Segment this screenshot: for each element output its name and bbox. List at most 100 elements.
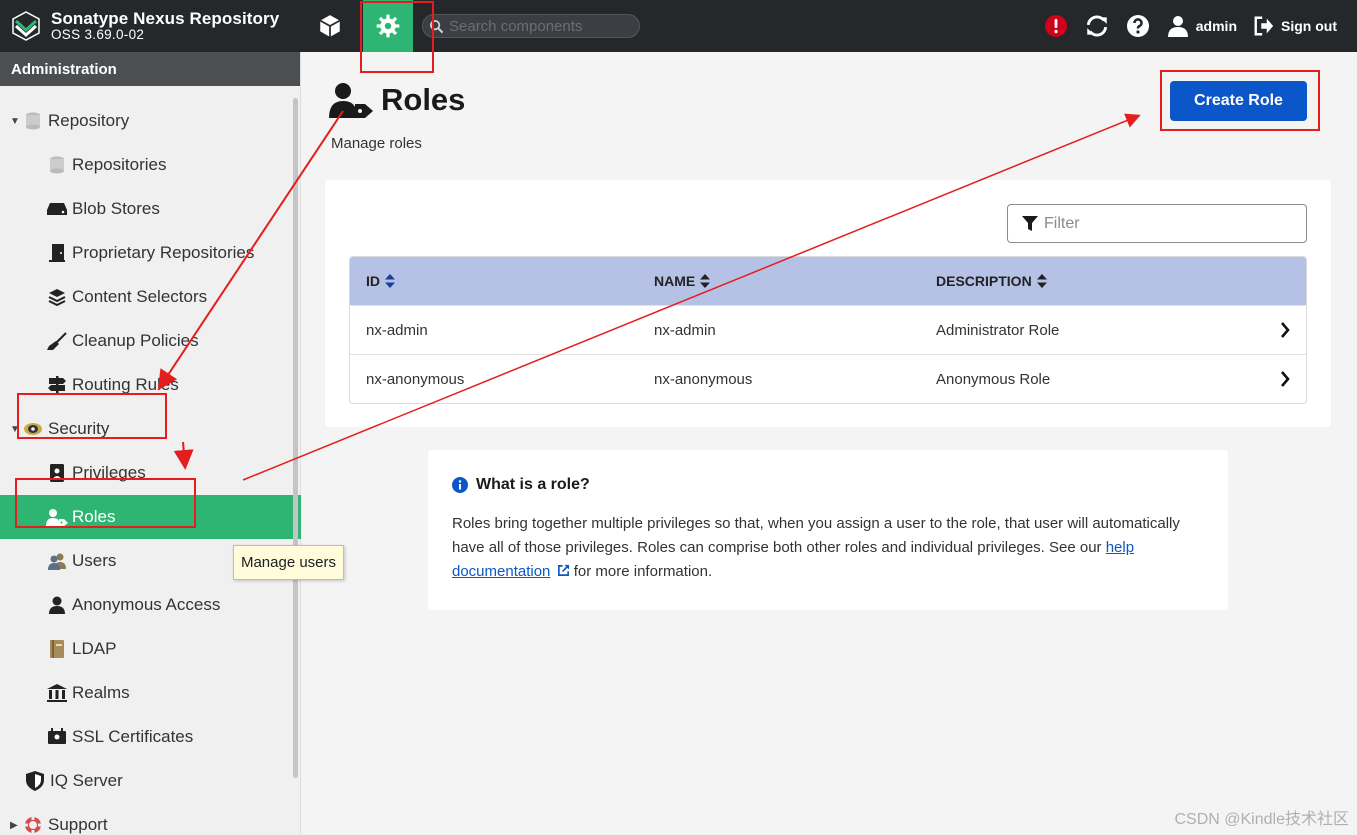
sidebar-item-ssl-certificates[interactable]: SSL Certificates	[0, 715, 301, 759]
refresh-icon	[1086, 15, 1107, 37]
hard-drive-icon	[46, 199, 68, 219]
caret-right-icon[interactable]: ▶	[10, 820, 22, 831]
user-icon	[46, 595, 68, 615]
watermark: CSDN @Kindle技术社区	[1174, 811, 1349, 828]
refresh-button[interactable]	[1076, 0, 1118, 52]
chevron-right-icon[interactable]	[1280, 371, 1290, 387]
sidebar-item-label: Repository	[48, 111, 130, 130]
sidebar-item-label: Blob Stores	[72, 199, 160, 218]
alert-icon	[1044, 15, 1067, 37]
sidebar-item-repositories[interactable]: Repositories	[0, 143, 301, 187]
external-link-icon[interactable]	[557, 564, 570, 577]
help-icon	[1126, 15, 1149, 37]
sidebar-item-roles[interactable]: Roles	[0, 495, 301, 539]
sidebar-item-anonymous-access[interactable]: Anonymous Access	[0, 583, 301, 627]
caret-down-icon[interactable]: ▼	[10, 116, 22, 127]
brand-version: OSS 3.69.0-02	[51, 26, 145, 42]
user-icon	[1167, 16, 1188, 37]
sidebar-item-realms[interactable]: Realms	[0, 671, 301, 715]
nexus-logo-icon	[12, 11, 40, 41]
brand[interactable]: Sonatype Nexus Repository OSS 3.69.0-02	[0, 0, 300, 52]
sidebar-title: Administration	[0, 52, 300, 86]
sidebar-item-routing-rules[interactable]: Routing Rules	[0, 363, 301, 407]
system-status-button[interactable]	[1036, 0, 1076, 52]
info-text: for more information.	[569, 563, 713, 580]
administration-button[interactable]	[363, 0, 413, 52]
column-header-description[interactable]: DESCRIPTION	[920, 273, 1270, 289]
eye-badge-icon	[22, 419, 44, 439]
info-icon	[452, 477, 468, 493]
search-icon	[429, 19, 444, 33]
door-icon	[46, 243, 68, 263]
sidebar-item-security[interactable]: ▼ Security	[0, 407, 301, 451]
help-button[interactable]	[1118, 0, 1158, 52]
table-row[interactable]: nx-admin nx-admin Administrator Role	[350, 305, 1306, 354]
filter-icon	[1022, 215, 1038, 231]
column-header-name[interactable]: NAME	[638, 273, 920, 289]
certificate-icon	[46, 727, 68, 747]
sort-icon	[700, 274, 711, 288]
shield-icon	[24, 771, 46, 791]
user-menu-button[interactable]: admin	[1158, 0, 1245, 52]
sidebar-item-label: IQ Server	[50, 771, 123, 790]
tooltip: Manage users	[233, 545, 344, 580]
chevron-right-icon[interactable]	[1280, 322, 1290, 338]
search-placeholder: Search components	[449, 17, 583, 35]
sidebar-item-label: SSL Certificates	[72, 727, 194, 746]
database-icon	[22, 111, 44, 131]
cell-id: nx-admin	[366, 321, 428, 339]
filter-input[interactable]: Filter	[1007, 204, 1307, 243]
sidebar-item-label: LDAP	[72, 639, 117, 658]
info-card: What is a role? Roles bring together mul…	[428, 450, 1228, 610]
sidebar-item-label: Security	[48, 419, 110, 438]
sidebar-item-label: Proprietary Repositories	[72, 243, 255, 262]
realms-icon	[46, 683, 68, 703]
sidebar-item-label: Roles	[72, 507, 116, 526]
page-title: Roles	[381, 82, 466, 117]
sidebar-scrollbar[interactable]	[293, 98, 298, 778]
user-label: admin	[1195, 18, 1237, 34]
sidebar-item-label: Realms	[72, 683, 130, 702]
sidebar-item-label: Support	[48, 815, 108, 834]
sidebar-item-label: Privileges	[72, 463, 146, 482]
table-row[interactable]: nx-anonymous nx-anonymous Anonymous Role	[350, 354, 1306, 403]
cube-icon	[319, 15, 341, 37]
user-tag-icon	[329, 83, 373, 118]
database-icon	[46, 155, 68, 175]
sidebar-item-blob-stores[interactable]: Blob Stores	[0, 187, 301, 231]
top-header: Sonatype Nexus Repository OSS 3.69.0-02	[0, 0, 1357, 52]
sidebar-item-label: Cleanup Policies	[72, 331, 199, 350]
sign-out-button[interactable]: Sign out	[1245, 0, 1357, 52]
browse-button[interactable]	[300, 0, 360, 52]
sidebar: Administration ▼ Repository Repositories…	[0, 52, 301, 835]
sidebar-item-cleanup-policies[interactable]: Cleanup Policies	[0, 319, 301, 363]
sort-icon	[1036, 274, 1047, 288]
sidebar-item-label: Routing Rules	[72, 375, 179, 394]
layers-icon	[46, 287, 68, 307]
gear-icon	[376, 14, 400, 38]
info-text: Roles bring together multiple privileges…	[452, 515, 1180, 556]
sidebar-item-repository[interactable]: ▼ Repository	[0, 99, 301, 143]
cell-description: Administrator Role	[936, 321, 1060, 339]
search-input[interactable]: Search components	[422, 14, 640, 38]
brand-name: Sonatype Nexus Repository	[51, 8, 280, 28]
sidebar-item-iq-server[interactable]: IQ Server	[0, 759, 301, 803]
sidebar-item-proprietary-repositories[interactable]: Proprietary Repositories	[0, 231, 301, 275]
page-header: Roles	[329, 82, 465, 118]
column-label: DESCRIPTION	[936, 273, 1032, 289]
create-role-button[interactable]: Create Role	[1170, 81, 1307, 121]
roles-table: ID NAME DESCRIPTION nx-admin nx-admin Ad…	[349, 256, 1307, 404]
sidebar-item-support[interactable]: ▶ Support	[0, 803, 301, 835]
sidebar-item-ldap[interactable]: LDAP	[0, 627, 301, 671]
column-header-id[interactable]: ID	[350, 273, 638, 289]
table-header: ID NAME DESCRIPTION	[350, 257, 1306, 305]
info-body: Roles bring together multiple privileges…	[452, 512, 1204, 584]
sidebar-item-privileges[interactable]: Privileges	[0, 451, 301, 495]
sidebar-item-content-selectors[interactable]: Content Selectors	[0, 275, 301, 319]
lifebuoy-icon	[22, 815, 44, 835]
column-label: ID	[366, 273, 380, 289]
caret-down-icon[interactable]: ▼	[10, 424, 22, 435]
info-heading: What is a role?	[452, 476, 1204, 494]
sidebar-item-label: Users	[72, 551, 117, 570]
sidebar-item-label: Repositories	[72, 155, 167, 174]
